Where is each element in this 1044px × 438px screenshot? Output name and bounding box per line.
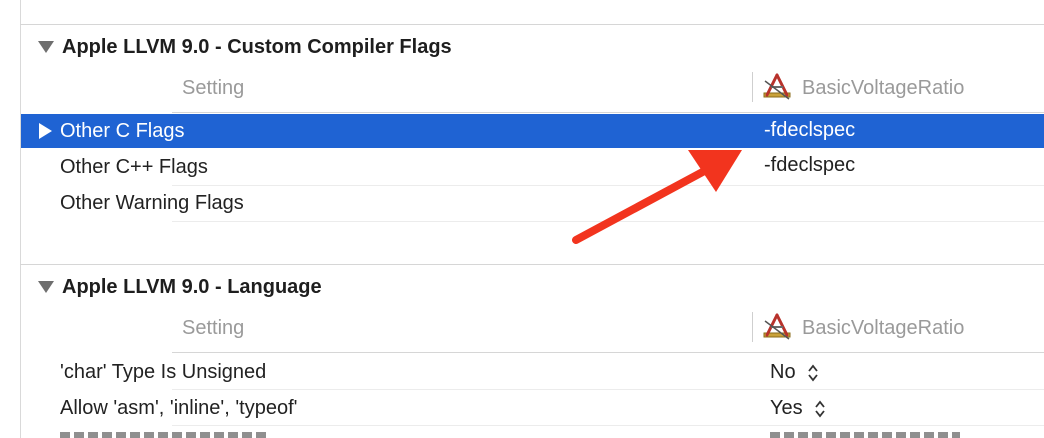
value-popup[interactable]: Yes: [770, 397, 826, 420]
row-expand-toggle[interactable]: [39, 123, 52, 139]
header-separator: [172, 352, 1044, 353]
cut-off-row-value: [770, 432, 970, 438]
setting-name: Other C++ Flags: [60, 156, 208, 178]
section-separator: [20, 264, 1044, 265]
section-separator: [20, 24, 1044, 25]
section-title: Apple LLVM 9.0 - Language: [62, 276, 322, 298]
value-popup[interactable]: No: [770, 361, 819, 384]
column-divider: [752, 312, 753, 342]
setting-column-header: Setting: [182, 317, 245, 339]
target-column-header[interactable]: [762, 73, 792, 106]
setting-value: Yes: [770, 397, 803, 419]
column-divider: [752, 72, 753, 102]
disclosure-triangle-down-icon: [38, 41, 54, 53]
target-name-label: BasicVoltageRatio: [802, 317, 965, 339]
setting-column-header: Setting: [182, 77, 245, 99]
target-column-header[interactable]: [762, 313, 792, 346]
setting-name: 'char' Type Is Unsigned: [60, 361, 267, 383]
xcode-target-icon: [763, 313, 791, 340]
disclosure-triangle-down-icon: [38, 281, 54, 293]
annotation-arrow-icon: [572, 150, 742, 244]
setting-value: No: [770, 361, 796, 383]
header-separator: [172, 112, 1044, 113]
setting-value[interactable]: -fdeclspec: [764, 119, 855, 142]
cut-off-row-label: [60, 432, 280, 438]
section-disclosure-toggle[interactable]: [38, 41, 54, 53]
section-title: Apple LLVM 9.0 - Custom Compiler Flags: [62, 36, 452, 58]
row-separator: [172, 425, 1044, 426]
target-name-label: BasicVoltageRatio: [802, 77, 965, 99]
setting-name: Other Warning Flags: [60, 192, 244, 214]
disclosure-triangle-right-icon: [39, 123, 52, 139]
up-down-chevron-icon: [808, 364, 818, 382]
setting-name: Allow 'asm', 'inline', 'typeof': [60, 397, 298, 419]
setting-name: Other C Flags: [60, 120, 185, 142]
section-disclosure-toggle[interactable]: [38, 281, 54, 293]
xcode-target-icon: [763, 73, 791, 100]
setting-value[interactable]: -fdeclspec: [764, 154, 855, 177]
up-down-chevron-icon: [815, 400, 825, 418]
